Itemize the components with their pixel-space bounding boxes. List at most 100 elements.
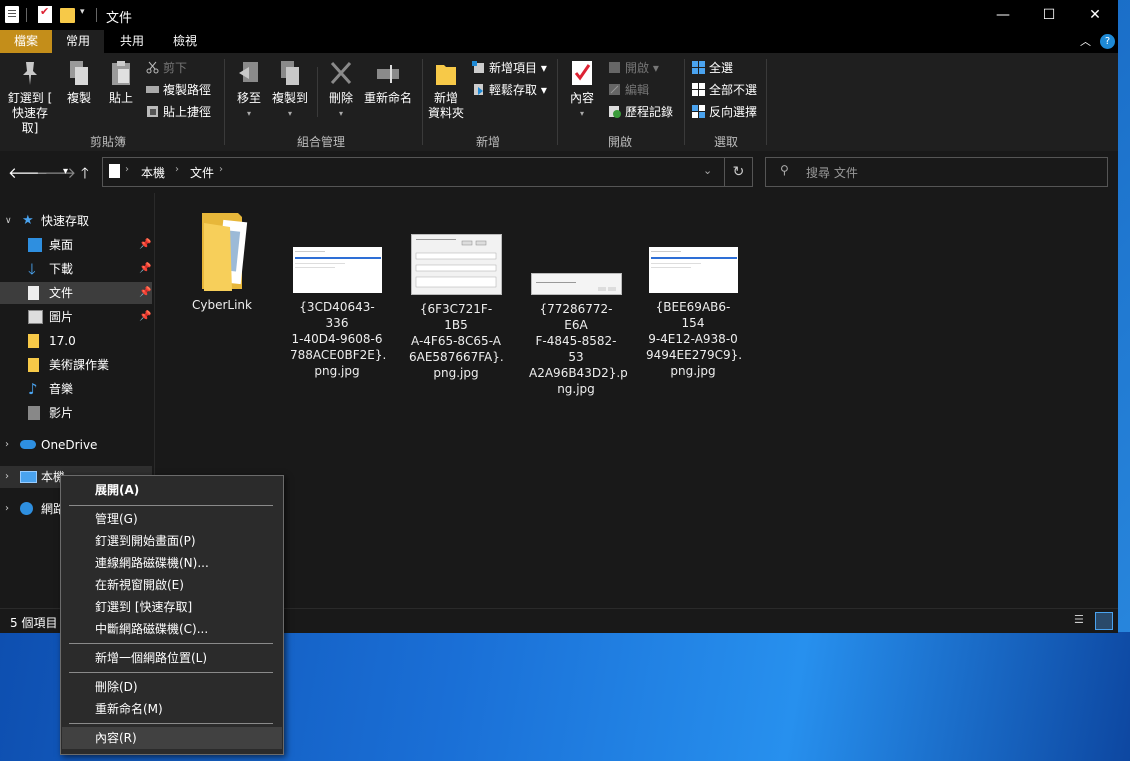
menu-item-add-network-location[interactable]: 新增一個網路位置(L) [62,647,282,669]
paste-shortcut-button[interactable]: 貼上捷徑 [146,103,211,121]
menu-item-manage[interactable]: 管理(G) [62,508,282,530]
menu-item-rename[interactable]: 重新命名(M) [62,698,282,720]
paste-button[interactable]: 貼上 [104,59,138,106]
nav-quick-access[interactable]: ∨ ★ 快速存取 [0,210,152,232]
menu-item-map-network-drive[interactable]: 連線網路磁碟機(N)... [62,552,282,574]
menu-item-disconnect-network-drive[interactable]: 中斷網路磁碟機(C)... [62,618,282,640]
tab-share[interactable]: 共用 [112,30,152,53]
expand-chevron-icon[interactable]: ∨ [5,210,12,232]
copy-to-label: 複製到 [271,91,308,105]
breadcrumb-this-pc[interactable]: 本機 [141,164,165,181]
expand-chevron-icon[interactable]: › [5,434,9,456]
up-arrow-icon[interactable]: 🡑 [81,163,89,188]
open-button[interactable]: 開啟 ▾ [608,59,659,77]
move-to-label: 移至 [236,91,261,105]
new-folder-quick-icon[interactable] [60,8,75,23]
copy-path-button[interactable]: 複製路徑 [146,81,211,99]
cloud-icon [20,440,36,449]
music-note-icon: ♪ [28,380,38,398]
nav-item-label: 桌面 [49,238,74,252]
large-icons-view-icon[interactable] [1095,612,1113,630]
tab-home[interactable]: 常用 [52,30,104,53]
forward-arrow-icon[interactable]: 🡒 [36,163,76,182]
rename-label: 重新命名 [363,91,412,105]
history-label: 歷程記錄 [625,105,674,119]
easy-access-button[interactable]: 輕鬆存取 ▾ [472,81,547,99]
picture-icon [28,310,43,324]
pin-icon: 📌 [139,287,152,298]
address-history-chevron-icon[interactable]: ⌄ [703,164,712,177]
details-view-icon[interactable]: ☰ [1074,613,1090,627]
network-icon [20,502,33,515]
edit-button[interactable]: 編輯 [608,81,649,99]
nav-item-downloads[interactable]: 🡓 下載 📌 [0,258,152,280]
help-icon[interactable]: ? [1100,34,1115,49]
menu-item-pin-to-start[interactable]: 釘選到開始畫面(P) [62,530,282,552]
expand-chevron-icon[interactable]: › [5,466,9,488]
paste-label: 貼上 [108,91,133,105]
select-all-button[interactable]: 全選 [692,59,733,77]
menu-item-open-new-window[interactable]: 在新視窗開啟(E) [62,574,282,596]
move-to-button[interactable]: 移至 ▾ [232,59,266,121]
file-item-bee69ab6[interactable]: {BEE69AB6-154 9-4E12-A938-0 9494EE279C9}… [646,247,742,379]
copy-to-button[interactable]: 複製到 ▾ [270,59,310,121]
star-icon: ★ [22,213,34,228]
customize-toolbar-chevron-icon[interactable]: ▾ [80,7,85,17]
nav-item-pictures[interactable]: 圖片 📌 [0,306,152,328]
breadcrumb-separator: › [219,164,223,175]
nav-item-desktop[interactable]: 桌面 📌 [0,234,152,256]
invert-selection-button[interactable]: 反向選擇 [692,103,757,121]
nav-item-folder-17[interactable]: 17.0 [0,330,152,352]
menu-item-properties[interactable]: 內容(R) [62,727,282,749]
menu-item-pin-quick-access[interactable]: 釘選到 [快速存取] [62,596,282,618]
history-button[interactable]: 歷程記錄 [608,103,673,121]
menu-item-delete[interactable]: 刪除(D) [62,676,282,698]
file-item-77286772[interactable]: {77286772-E6A F-4845-8582-53 A2A96B43D2}… [529,273,628,397]
refresh-icon[interactable]: ↻ [724,157,753,187]
delete-button[interactable]: 刪除 ▾ [324,59,358,121]
file-item-6f3c721f[interactable]: {6F3C721F-1B5 A-4F65-8C65-A 6AE587667FA}… [409,234,504,381]
ribbon-tabs: 檔案 常用 共用 檢視 ︿ ? [0,30,1118,53]
menu-item-expand[interactable]: 展開(A) [62,479,282,501]
pin-icon: 📌 [139,263,152,274]
rename-button[interactable]: 重新命名 [362,59,414,106]
menu-item-label: 新增一個網路位置(L) [95,651,208,665]
file-item-3cd40643[interactable]: {3CD40643-336 1-40D4-9608-6 788ACE0BF2E}… [290,247,386,379]
file-item-cyberlink[interactable]: CyberLink [177,209,267,313]
properties-quick-icon[interactable] [38,5,52,23]
breadcrumb-documents[interactable]: 文件 [190,164,214,181]
address-bar[interactable]: › 本機 › 文件 › ⌄ [102,157,725,187]
copy-button[interactable]: 複製 [62,59,96,106]
nav-onedrive[interactable]: › OneDrive [0,434,152,456]
collapse-ribbon-chevron-up-icon[interactable]: ︿ [1080,33,1091,49]
file-name-line: {3CD40643-336 [299,300,375,330]
menu-item-label: 中斷網路磁碟機(C)... [95,622,209,636]
minimize-button[interactable]: — [980,0,1026,30]
delete-x-icon [329,59,353,87]
group-divider [557,59,558,145]
pin-to-quick-access-button[interactable]: 釘選到 [ 快速存取] [4,59,56,136]
recent-locations-chevron-icon[interactable]: ▾ [63,166,68,177]
nav-item-art-homework[interactable]: 美術課作業 [0,354,152,376]
film-icon [28,406,40,420]
file-name-line: 9-4E12-A938-0 [648,332,738,346]
nav-item-documents[interactable]: 文件 📌 [0,282,152,304]
copy-label: 複製 [66,91,91,105]
nav-item-music[interactable]: ♪ 音樂 [0,378,152,400]
expand-chevron-icon[interactable]: › [5,498,9,520]
nav-onedrive-label: OneDrive [41,438,98,452]
new-folder-button[interactable]: 新增 資料夾 [426,59,466,121]
open-icon [608,61,621,74]
close-button[interactable]: ✕ [1072,0,1118,30]
properties-button[interactable]: 內容 ▾ [564,59,600,121]
select-none-button[interactable]: 全部不選 [692,81,757,99]
new-item-button[interactable]: 新增項目 ▾ [472,59,547,77]
title-bar: ▾ 文件 — ☐ ✕ [0,0,1118,30]
search-box[interactable]: ⚲ 搜尋 文件 [765,157,1108,187]
maximize-button[interactable]: ☐ [1026,0,1072,30]
pin-icon [18,59,42,87]
tab-file[interactable]: 檔案 [0,30,52,53]
nav-item-videos[interactable]: 影片 [0,402,152,424]
tab-view[interactable]: 檢視 [162,30,208,53]
cut-button[interactable]: 剪下 [146,59,187,77]
